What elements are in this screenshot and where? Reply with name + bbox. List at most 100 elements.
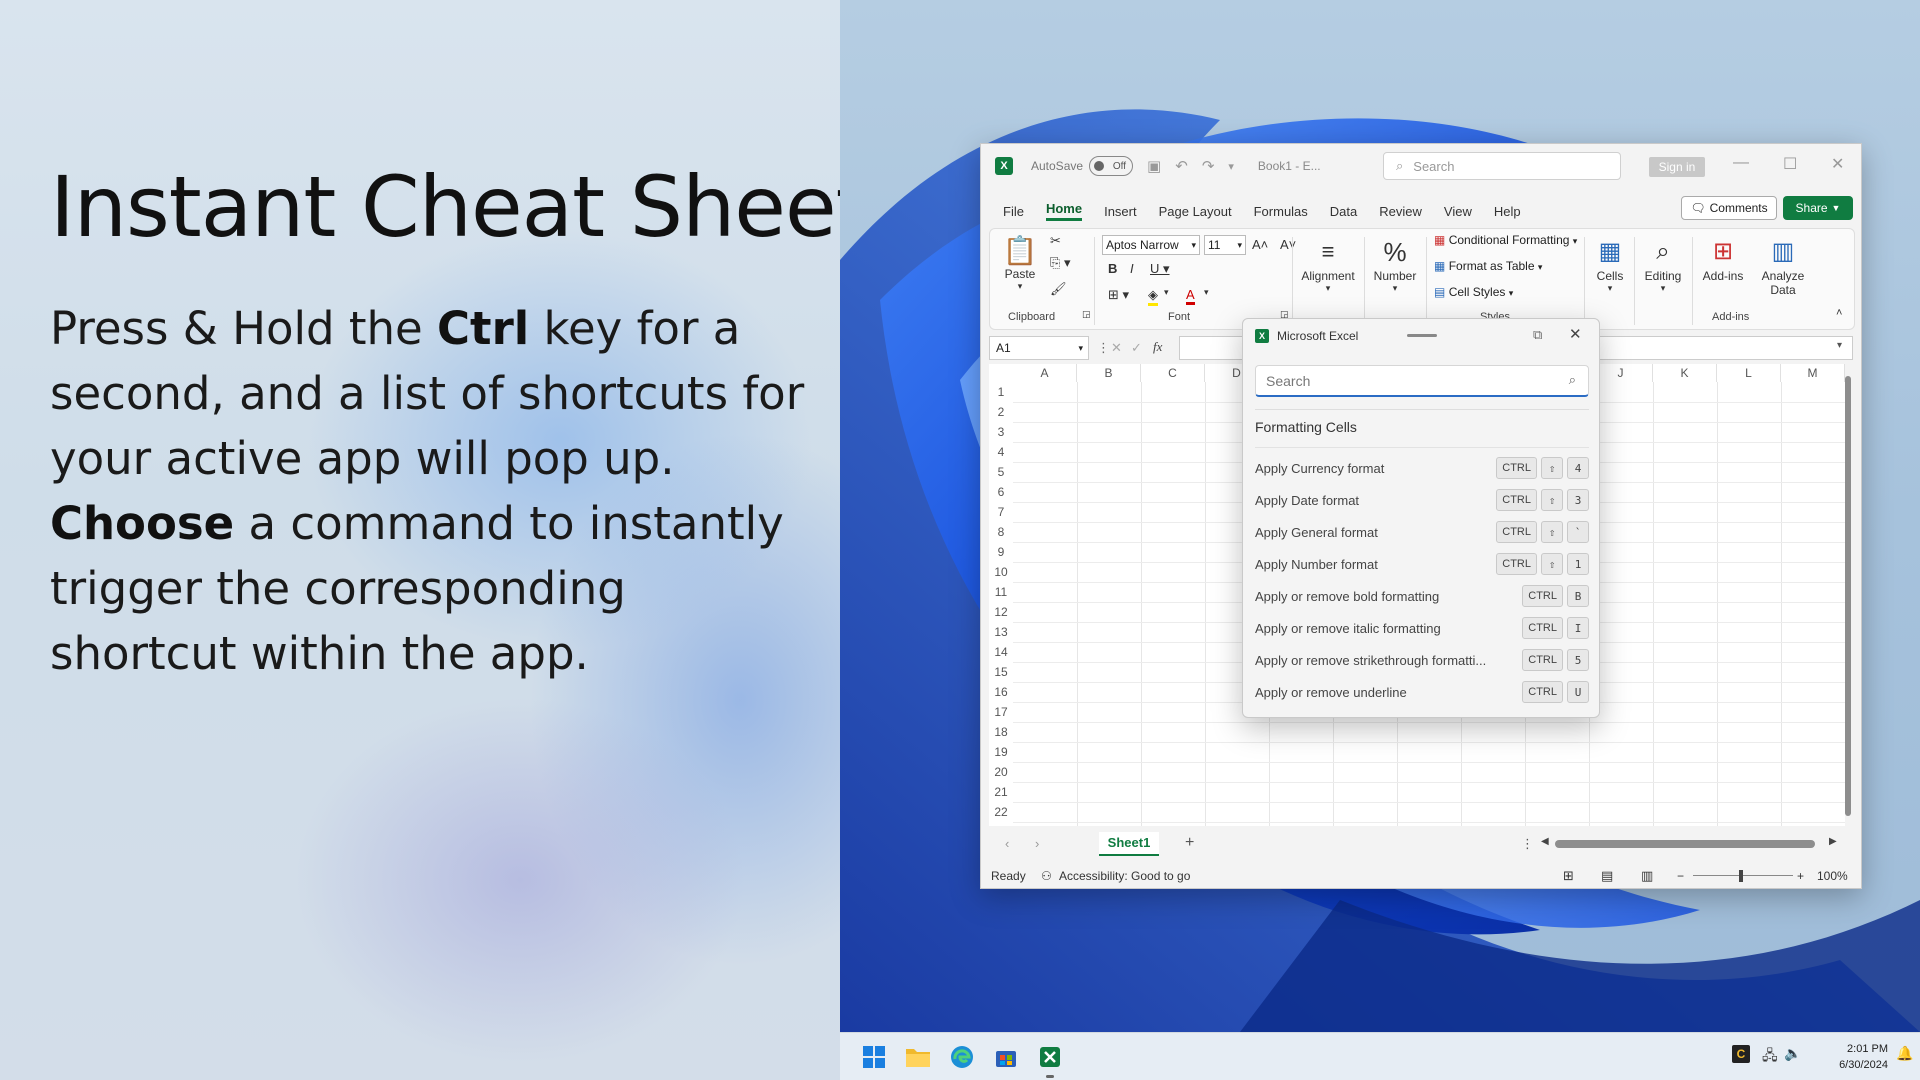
scroll-left-icon[interactable]: ◀ [1541,836,1549,847]
row-header[interactable]: 8 [989,522,1013,542]
network-icon[interactable]: 🖧 [1762,1045,1778,1069]
zoom-in-icon[interactable]: + [1797,869,1804,883]
tab-page-layout[interactable]: Page Layout [1159,204,1232,219]
edge-button[interactable] [948,1043,976,1071]
tab-review[interactable]: Review [1379,204,1422,219]
fill-color-icon[interactable]: ◈ [1148,287,1158,306]
column-header[interactable]: K [1653,364,1717,382]
scroll-thumb[interactable] [1845,376,1851,816]
undo-icon[interactable]: ↶ [1175,157,1188,175]
row-header[interactable]: 10 [989,562,1013,582]
add-ins-button[interactable]: ⊞ Add-ins [1696,235,1750,283]
font-size-select[interactable]: 11 ▾ [1204,235,1246,255]
format-painter-icon[interactable]: 🖌 [1050,281,1067,297]
page-break-view-icon[interactable]: ▥ [1641,868,1653,884]
column-header[interactable]: C [1141,364,1205,382]
shortcut-item[interactable]: Apply or remove bold formatting CTRL B [1255,583,1589,609]
zoom-out-icon[interactable]: − [1677,869,1684,883]
chevron-down-icon[interactable]: ▾ [1204,287,1209,298]
confirm-icon[interactable]: ✓ [1131,340,1142,356]
save-icon[interactable]: ▣ [1147,157,1161,175]
scroll-right-icon[interactable]: ▶ [1829,836,1837,847]
name-box[interactable]: A1 ▾ [989,336,1089,360]
row-header[interactable]: 17 [989,702,1013,722]
store-button[interactable] [992,1043,1020,1071]
row-header[interactable]: 12 [989,602,1013,622]
row-header[interactable]: 2 [989,402,1013,422]
expand-formula-icon[interactable]: ▾ [1837,340,1842,351]
chevron-down-icon[interactable]: ▾ [1164,287,1169,298]
row-header[interactable]: 13 [989,622,1013,642]
row-header[interactable]: 3 [989,422,1013,442]
underline-icon[interactable]: U ▾ [1150,261,1170,277]
italic-icon[interactable]: I [1130,261,1134,276]
row-header[interactable]: 22 [989,802,1013,822]
zoom-slider-handle[interactable] [1739,870,1743,882]
file-explorer-button[interactable] [904,1043,932,1071]
start-button[interactable] [860,1043,888,1071]
pin-icon[interactable]: ⧉ [1533,327,1542,343]
tab-file[interactable]: File [1003,204,1024,219]
cancel-icon[interactable]: ✕ [1111,340,1122,356]
drag-handle[interactable] [1407,334,1437,337]
tab-home[interactable]: Home [1045,201,1083,221]
row-header[interactable]: 19 [989,742,1013,762]
vertical-scrollbar[interactable] [1843,364,1853,826]
row-header[interactable]: 23 [989,822,1013,826]
prev-sheet-icon[interactable]: ‹ [1005,836,1009,851]
row-header[interactable]: 14 [989,642,1013,662]
sheet-tab[interactable]: Sheet1 [1099,832,1159,856]
excel-taskbar-button[interactable] [1036,1043,1064,1071]
notification-bell-icon[interactable]: 🔔 [1896,1045,1913,1062]
column-header[interactable]: A [1013,364,1077,382]
row-header[interactable]: 16 [989,682,1013,702]
maximize-icon[interactable]: ☐ [1783,154,1797,174]
autosave-toggle[interactable]: Off [1089,156,1134,176]
increase-font-icon[interactable]: A˄ [1252,237,1268,252]
shortcut-item[interactable]: Apply or remove italic formatting CTRL I [1255,615,1589,641]
row-header[interactable]: 6 [989,482,1013,502]
shortcut-item[interactable]: Apply Currency format CTRL ⇧ 4 [1255,455,1589,481]
sign-in-button[interactable]: Sign in [1649,157,1705,177]
cells-button[interactable]: ▦ Cells ▾ [1588,235,1632,294]
horizontal-scrollbar[interactable] [1555,840,1815,848]
excel-search-box[interactable]: ⌕ Search [1383,152,1621,180]
cut-icon[interactable]: ✂ [1050,233,1061,249]
row-header[interactable]: 20 [989,762,1013,782]
shortcut-item[interactable]: Apply Date format CTRL ⇧ 3 [1255,487,1589,513]
tab-insert[interactable]: Insert [1104,204,1137,219]
more-icon[interactable]: ⋮ [1521,836,1534,852]
close-icon[interactable]: ✕ [1831,154,1844,174]
comments-button[interactable]: 🗨 Comments [1681,196,1777,220]
alignment-button[interactable]: ≡ Alignment ▾ [1296,235,1360,294]
more-icon[interactable]: ⋮ [1097,340,1110,356]
shortcut-item[interactable]: Apply or remove underline CTRL U [1255,679,1589,705]
font-name-select[interactable]: Aptos Narrow ▾ [1102,235,1200,255]
popup-search-input[interactable]: Search ⌕ [1255,365,1589,397]
row-header[interactable]: 15 [989,662,1013,682]
customize-toolbar-icon[interactable]: ▾ [1228,160,1234,173]
function-icon[interactable]: fx [1153,339,1162,355]
tab-formulas[interactable]: Formulas [1254,204,1308,219]
tab-view[interactable]: View [1444,204,1472,219]
next-sheet-icon[interactable]: › [1035,836,1039,851]
column-header[interactable]: M [1781,364,1845,382]
paste-button[interactable]: 📋 Paste ▾ [1000,235,1040,292]
number-button[interactable]: % Number ▾ [1368,235,1422,294]
clock[interactable]: 2:01 PM 6/30/2024 [1818,1041,1888,1073]
page-layout-view-icon[interactable]: ▤ [1601,868,1613,884]
shortcut-item[interactable]: Apply or remove strikethrough formatti..… [1255,647,1589,673]
volume-icon[interactable]: 🔈 [1784,1045,1801,1062]
close-icon[interactable]: ✕ [1569,325,1582,343]
cell-styles-button[interactable]: ▤ Cell Styles ▾ [1434,285,1513,299]
conditional-formatting-button[interactable]: ▦ Conditional Formatting ▾ [1434,233,1577,247]
dialog-launcher-icon[interactable]: ◲ [1082,309,1091,320]
row-header[interactable]: 11 [989,582,1013,602]
row-header[interactable]: 21 [989,782,1013,802]
borders-icon[interactable]: ⊞ ▾ [1108,287,1129,303]
copy-icon[interactable]: ⎘ ▾ [1050,255,1071,271]
row-header[interactable]: 18 [989,722,1013,742]
redo-icon[interactable]: ↷ [1202,157,1215,175]
minimize-icon[interactable]: — [1733,154,1749,172]
cheat-sheet-tray-icon[interactable]: C [1732,1045,1750,1063]
